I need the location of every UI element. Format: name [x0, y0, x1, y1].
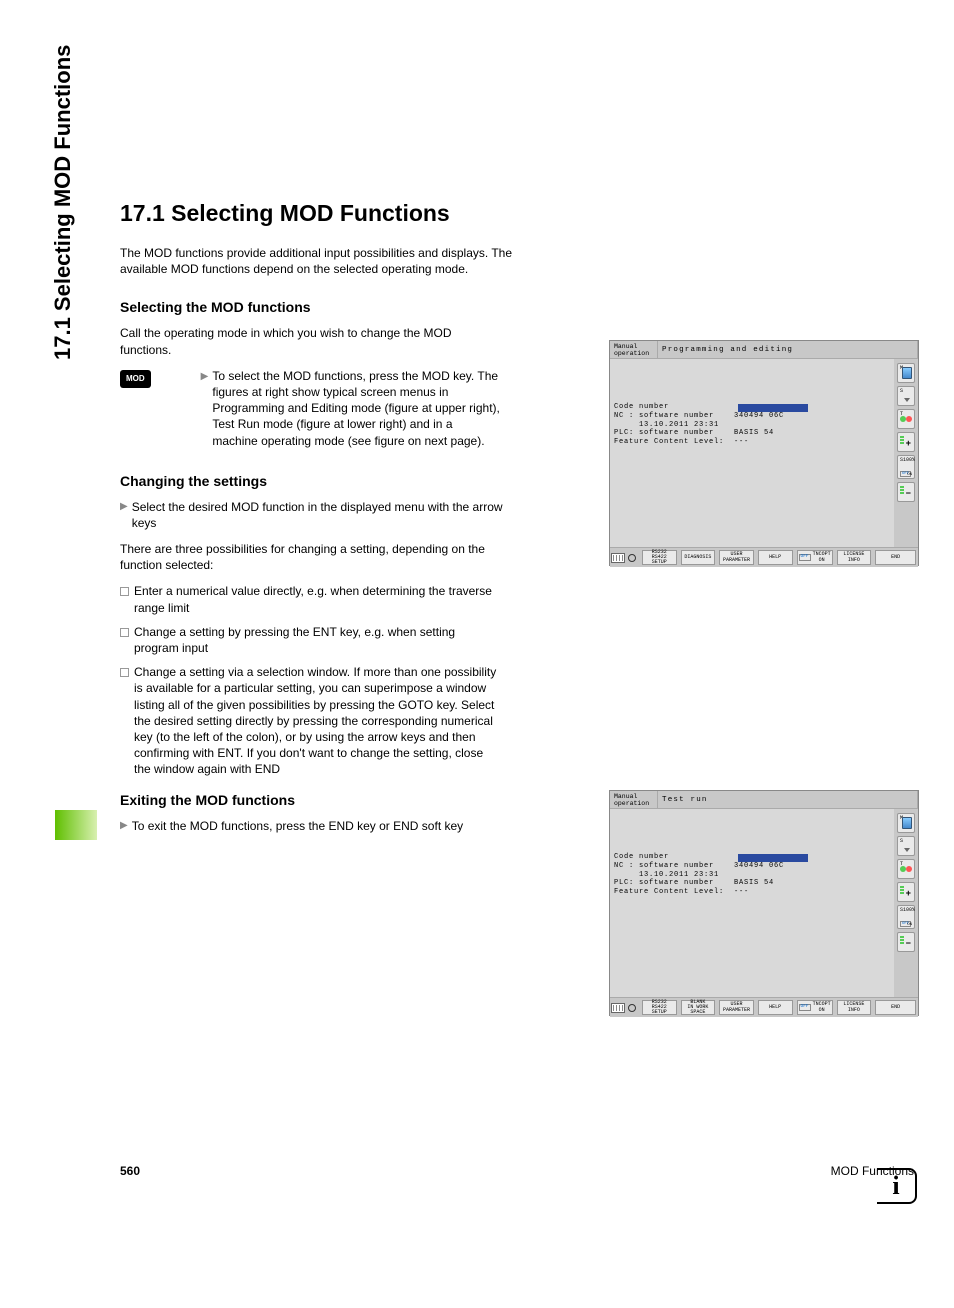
list-item: Change a setting via a selection window.… [120, 664, 500, 777]
right-button-column: M S T + S100%OFFON − [894, 809, 918, 997]
side-button-minus[interactable]: − [897, 932, 915, 952]
intro-paragraph: The MOD functions provide additional inp… [120, 245, 520, 277]
page-title: 17.1 Selecting MOD Functions [120, 200, 914, 227]
side-button-plus[interactable]: + [897, 432, 915, 452]
softkey-user-parameter[interactable]: USER PARAMETER [719, 550, 754, 565]
side-button-m[interactable]: M [897, 813, 915, 833]
softkey-tncopt[interactable]: OFFTNCOPT ON [797, 550, 833, 565]
softkey-rs232[interactable]: RS232 RS422 SETUP [642, 1000, 677, 1015]
change-paragraph: There are three possibilities for changi… [120, 541, 500, 573]
screenshot-test-run: Manual operation Test run Code number NC… [609, 790, 919, 1016]
chevron-down-icon [904, 398, 910, 402]
screenshot-programming-editing: Manual operation Programming and editing… [609, 340, 919, 566]
screen-title: Test run [658, 791, 918, 808]
side-button-plus[interactable]: + [897, 882, 915, 902]
info-icon: i [875, 1166, 919, 1206]
side-button-m[interactable]: M [897, 363, 915, 383]
softkey-tncopt[interactable]: OFFTNCOPT ON [797, 1000, 833, 1015]
page-footer: 560 MOD Functions [120, 1164, 914, 1178]
bars-icon [900, 936, 904, 944]
side-button-s100[interactable]: S100%OFFON [897, 905, 915, 929]
bars-icon [900, 886, 904, 894]
side-button-s[interactable]: S [897, 386, 915, 406]
disk-icon [902, 817, 912, 829]
softkey-license-info[interactable]: LICENSE INFO [837, 1000, 872, 1015]
softkey-end[interactable]: END [875, 1000, 916, 1015]
pin-red-icon [906, 416, 912, 422]
exit-bullet: To exit the MOD functions, press the END… [132, 818, 463, 834]
softkey-end[interactable]: END [875, 550, 916, 565]
mode-cell: Manual operation [610, 341, 658, 358]
change-bullet-1: Select the desired MOD function in the d… [132, 499, 512, 531]
side-button-t[interactable]: T [897, 409, 915, 429]
mode-cell: Manual operation [610, 791, 658, 808]
softkey-help[interactable]: HELP [758, 1000, 793, 1015]
softkey-help[interactable]: HELP [758, 550, 793, 565]
disk-icon [902, 367, 912, 379]
triangle-bullet-icon: ▶ [201, 370, 209, 449]
side-button-s100[interactable]: S100%OFFON [897, 455, 915, 479]
pin-red-icon [906, 866, 912, 872]
side-button-minus[interactable]: − [897, 482, 915, 502]
softkey-bar-left-icon [610, 998, 640, 1017]
triangle-bullet-icon: ▶ [120, 820, 128, 834]
bars-icon [900, 486, 904, 494]
screen-content: Code number NC : software number 340494 … [614, 853, 784, 897]
list-item: Enter a numerical value directly, e.g. w… [120, 583, 500, 615]
page-number: 560 [120, 1164, 140, 1178]
softkey-license-info[interactable]: LICENSE INFO [837, 550, 872, 565]
page-tab-marker [55, 810, 97, 840]
softkey-user-parameter[interactable]: USER PARAMETER [719, 1000, 754, 1015]
softkey-blank-workspace[interactable]: BLANK IN WORK SPACE [681, 1000, 716, 1015]
bars-icon [900, 436, 904, 444]
right-button-column: M S T + S100%OFFON − [894, 359, 918, 547]
mod-key-icon: MOD [120, 370, 151, 388]
triangle-bullet-icon: ▶ [120, 501, 128, 531]
paragraph-select-call: Call the operating mode in which you wis… [120, 325, 500, 357]
list-item: Change a setting by pressing the ENT key… [120, 624, 500, 656]
side-button-t[interactable]: T [897, 859, 915, 879]
softkey-bar-left-icon [610, 548, 640, 567]
mod-key-description: To select the MOD functions, press the M… [212, 368, 500, 449]
screen-content: Code number NC : software number 340494 … [614, 403, 784, 447]
sidebar-section-label: 17.1 Selecting MOD Functions [50, 45, 76, 360]
subheading-selecting: Selecting the MOD functions [120, 299, 914, 315]
side-button-s[interactable]: S [897, 836, 915, 856]
screen-title: Programming and editing [658, 341, 918, 358]
chevron-down-icon [904, 848, 910, 852]
softkey-diagnosis[interactable]: DIAGNOSIS [681, 550, 716, 565]
softkey-rs232[interactable]: RS232 RS422 SETUP [642, 550, 677, 565]
